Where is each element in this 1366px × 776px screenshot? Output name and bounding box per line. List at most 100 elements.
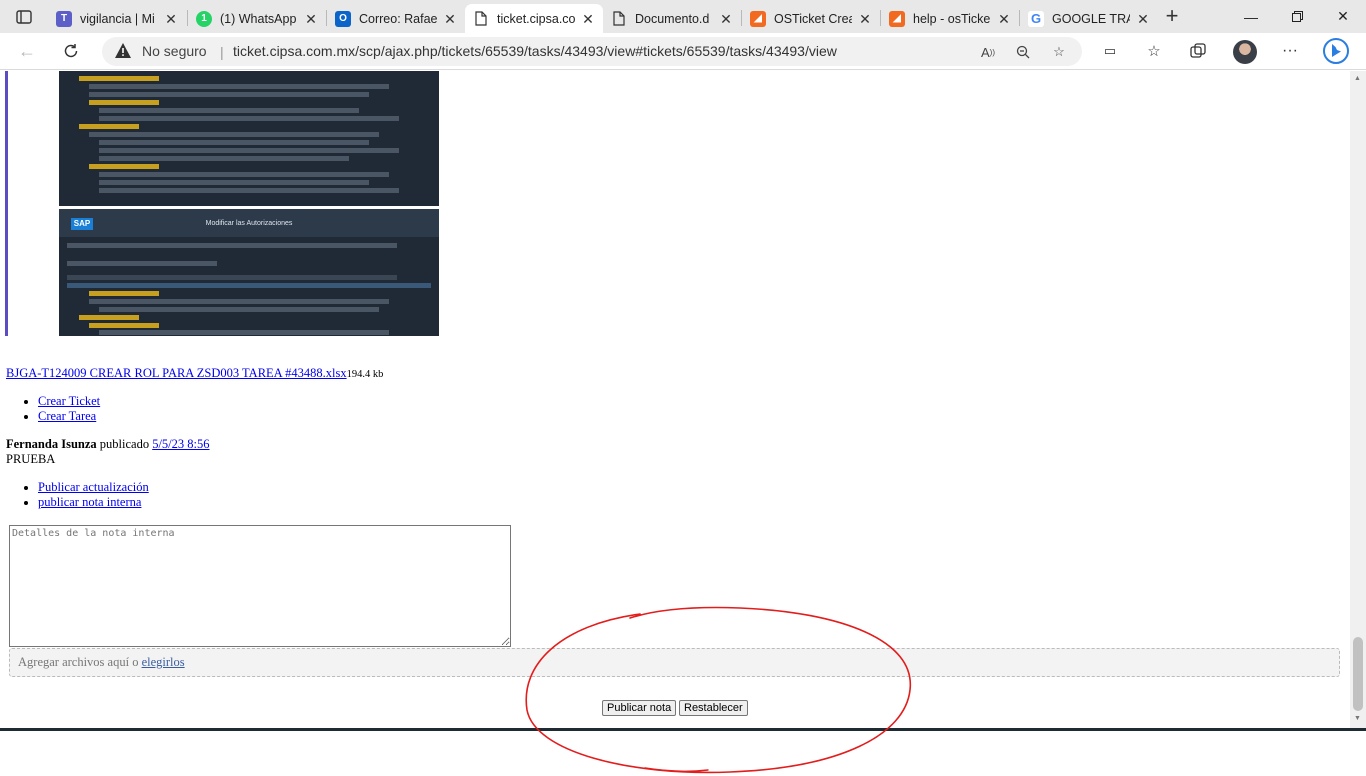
close-icon[interactable]: ✕ — [164, 12, 178, 26]
bing-icon — [1323, 38, 1349, 64]
close-icon[interactable]: ✕ — [1136, 12, 1150, 26]
sap-window-title: Modificar las Autorizaciones — [205, 220, 293, 227]
close-icon[interactable]: ✕ — [997, 12, 1011, 26]
tab-ticket-active[interactable]: ticket.cipsa.co ✕ — [465, 4, 603, 33]
scroll-thumb[interactable] — [1353, 637, 1363, 711]
collections-button[interactable] — [1183, 37, 1213, 65]
tab-documento[interactable]: Documento.d ✕ — [603, 4, 741, 33]
page-icon — [611, 11, 627, 27]
file-dropzone[interactable]: Agregar archivos aquí o elegirlos — [9, 648, 1340, 677]
settings-menu-button[interactable]: ··· — [1275, 37, 1305, 65]
post-options-list: Publicar actualización publicar nota int… — [0, 480, 149, 510]
reset-button[interactable]: Restablecer — [679, 700, 748, 716]
tab-outlook[interactable]: O Correo: Rafael ✕ — [327, 4, 465, 33]
tab-title: vigilancia | Mi — [80, 11, 155, 26]
google-icon: G — [1028, 10, 1044, 27]
close-icon[interactable]: ✕ — [443, 12, 457, 26]
tab-title: (1) WhatsApp — [220, 11, 297, 26]
page-viewport: SAP Modificar las Autorizaciones BJGA-T1… — [0, 71, 1350, 728]
close-window-button[interactable]: ✕ — [1320, 0, 1366, 33]
post-update-link[interactable]: Publicar actualización — [38, 480, 149, 494]
browser-toolbar: ← No seguro | ticket.cipsa.com.mx/scp/aj… — [0, 33, 1366, 70]
security-label[interactable]: No seguro — [142, 43, 207, 59]
attachment-link[interactable]: BJGA-T124009 CREAR ROL PARA ZSD003 TAREA… — [6, 366, 347, 380]
tab-whatsapp[interactable]: 1 (1) WhatsApp ✕ — [188, 4, 326, 33]
create-ticket-link[interactable]: Crear Ticket — [38, 394, 100, 408]
close-icon: ✕ — [1337, 8, 1349, 24]
tab-teams[interactable]: T vigilancia | Mi ✕ — [48, 4, 186, 33]
tab-title: GOOGLE TRAD — [1052, 11, 1130, 26]
thread-quote-bar — [5, 71, 8, 336]
list-item: Publicar actualización — [38, 480, 149, 495]
page-icon — [473, 11, 489, 27]
entry-date-link[interactable]: 5/5/23 8:56 — [152, 437, 209, 451]
close-icon[interactable]: ✕ — [304, 12, 318, 26]
tab-google-translate[interactable]: G GOOGLE TRAD ✕ — [1020, 4, 1158, 33]
osticket-icon: ◢ — [889, 10, 905, 27]
tab-actions-button[interactable] — [8, 6, 40, 28]
back-arrow-icon: ← — [18, 40, 36, 61]
plus-icon: + — [1165, 3, 1179, 28]
embedded-screenshot-2[interactable]: SAP Modificar las Autorizaciones — [59, 209, 439, 336]
restore-icon — [1291, 11, 1303, 22]
list-item: publicar nota interna — [38, 495, 149, 510]
favorites-icon: ☆ — [1147, 43, 1161, 60]
outlook-icon: O — [335, 10, 351, 27]
favorites-button[interactable]: ☆ — [1139, 37, 1169, 65]
reload-icon — [64, 44, 78, 58]
tab-osticket-crear[interactable]: ◢ OSTicket Crea ✕ — [742, 4, 880, 33]
taskbar-strip — [0, 728, 1366, 731]
close-icon[interactable]: ✕ — [581, 12, 595, 26]
attachment-row: BJGA-T124009 CREAR ROL PARA ZSD003 TAREA… — [6, 366, 383, 381]
tab-title: help - osTicke — [913, 11, 991, 26]
url-text[interactable]: ticket.cipsa.com.mx/scp/ajax.php/tickets… — [233, 43, 837, 59]
read-aloud-icon[interactable]: A)) — [977, 41, 999, 63]
close-icon[interactable]: ✕ — [719, 12, 733, 26]
profile-avatar[interactable] — [1233, 40, 1257, 64]
scroll-up-icon[interactable]: ▲ — [1354, 75, 1361, 82]
whatsapp-icon: 1 — [196, 10, 212, 27]
embedded-screenshot-1[interactable] — [59, 71, 439, 206]
zoom-icon[interactable] — [1012, 41, 1034, 63]
new-tab-button[interactable]: + — [1160, 5, 1184, 29]
warning-icon[interactable] — [114, 42, 132, 59]
tab-title: ticket.cipsa.co — [497, 11, 575, 26]
minimize-button[interactable]: — — [1228, 0, 1274, 33]
entry-author-name: Fernanda Isunza — [6, 437, 97, 451]
internal-note-link[interactable]: publicar nota interna — [38, 495, 141, 509]
choose-files-link[interactable]: elegirlos — [142, 655, 185, 669]
entry-actions-list: Crear Ticket Crear Tarea — [0, 394, 100, 424]
minimize-icon: — — [1244, 8, 1258, 25]
entry-header: Fernanda Isunza publicado 5/5/23 8:56 — [6, 437, 210, 452]
url-divider: | — [220, 44, 224, 60]
collections-icon — [1190, 43, 1206, 58]
list-item: Crear Tarea — [38, 409, 100, 424]
sap-header: SAP Modificar las Autorizaciones — [59, 209, 439, 237]
address-bar[interactable]: No seguro | ticket.cipsa.com.mx/scp/ajax… — [102, 37, 1082, 66]
tab-title: Documento.d — [635, 11, 710, 26]
tab-strip: T vigilancia | Mi ✕ 1 (1) WhatsApp ✕ O C… — [0, 0, 1366, 33]
cast-icon: ▭ — [1103, 43, 1117, 58]
page-scrollbar[interactable]: ▲ ▼ — [1350, 71, 1366, 728]
attachment-size: 194.4 kb — [346, 369, 384, 380]
bing-button[interactable] — [1321, 37, 1351, 65]
scroll-down-icon[interactable]: ▼ — [1354, 715, 1361, 722]
publish-note-button[interactable]: Publicar nota — [602, 700, 677, 716]
back-button[interactable]: ← — [12, 37, 42, 65]
create-task-link[interactable]: Crear Tarea — [38, 409, 96, 423]
osticket-icon: ◢ — [750, 10, 766, 27]
tab-osticket-help[interactable]: ◢ help - osTicke ✕ — [881, 4, 1019, 33]
dropzone-text: Agregar archivos aquí o — [18, 655, 142, 669]
tab-actions-icon — [16, 10, 32, 24]
tab-title: Correo: Rafael — [359, 11, 437, 26]
entry-body: PRUEBA — [6, 452, 56, 466]
tab-title: OSTicket Crea — [774, 11, 852, 26]
close-icon[interactable]: ✕ — [858, 12, 872, 26]
more-icon: ··· — [1282, 42, 1298, 59]
reload-button[interactable] — [56, 37, 86, 65]
cast-button[interactable]: ▭ — [1095, 37, 1125, 65]
restore-button[interactable] — [1274, 0, 1320, 33]
add-favorite-icon[interactable]: ☆ — [1048, 41, 1070, 63]
note-details-textarea[interactable] — [9, 525, 511, 647]
teams-icon: T — [56, 10, 72, 27]
